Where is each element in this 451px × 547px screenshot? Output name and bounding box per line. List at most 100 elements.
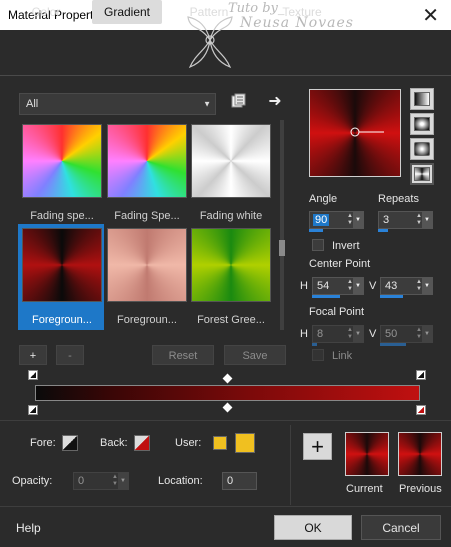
- focal-v-value: 50: [385, 328, 398, 340]
- center-h-slider[interactable]: [312, 295, 340, 298]
- tab-divider: [0, 75, 451, 76]
- gradient-preview[interactable]: [309, 89, 401, 177]
- user-color-swatch[interactable]: [235, 433, 255, 453]
- focal-h-label: H: [300, 328, 308, 340]
- chevron-down-icon[interactable]: ▼: [118, 473, 128, 489]
- location-value: 0: [227, 475, 234, 487]
- cancel-button[interactable]: Cancel: [361, 515, 441, 540]
- center-v-input[interactable]: 43 ▲ ▼ ▼: [380, 277, 433, 295]
- previous-label: Previous: [399, 483, 442, 495]
- gradient-label: Foregroun...: [117, 314, 177, 326]
- section-divider: [0, 420, 451, 421]
- add-gradient-button[interactable]: +: [19, 345, 47, 365]
- linear-style-icon[interactable]: [410, 88, 434, 110]
- center-h-input[interactable]: 54 ▲ ▼ ▼: [312, 277, 364, 295]
- chevron-down-icon[interactable]: ▼: [422, 326, 432, 342]
- center-v-value: 43: [385, 280, 398, 292]
- focal-v-input[interactable]: 50 ▲ ▼ ▼: [380, 325, 433, 343]
- opacity-value: 0: [78, 475, 85, 487]
- repeats-value: 3: [383, 214, 390, 226]
- fore-material-icon[interactable]: [62, 435, 78, 451]
- gradient-swatch-fading-spectrum[interactable]: [22, 124, 102, 198]
- help-link[interactable]: Help: [16, 521, 41, 535]
- link-label: Link: [332, 350, 353, 362]
- link-checkbox[interactable]: [312, 349, 324, 361]
- tab-color[interactable]: Color: [10, 0, 82, 24]
- chevron-down-icon[interactable]: ▼: [422, 278, 432, 294]
- center-v-slider[interactable]: [380, 295, 403, 298]
- center-h-value: 54: [317, 280, 330, 292]
- top-left-stop-marker[interactable]: [28, 370, 38, 380]
- invert-checkbox[interactable]: [312, 239, 324, 251]
- angle-input[interactable]: 90 ▲ ▼ ▼: [309, 211, 364, 229]
- gradient-editor-bar[interactable]: [35, 385, 420, 401]
- chevron-down-icon[interactable]: ▼: [353, 326, 363, 342]
- scrollbar-track: [280, 120, 284, 330]
- chevron-down-icon[interactable]: ▼: [422, 212, 432, 228]
- bottom-midpoint-diamond[interactable]: [222, 402, 233, 413]
- gradient-swatch-foreground-2[interactable]: [107, 228, 187, 302]
- top-midpoint-diamond[interactable]: [222, 373, 233, 384]
- chevron-down-icon[interactable]: ▼: [353, 278, 363, 294]
- radial-style-icon[interactable]: [410, 163, 434, 185]
- gradient-swatch-fading-white[interactable]: [191, 124, 271, 198]
- save-button[interactable]: Save: [224, 345, 286, 365]
- vertical-divider: [290, 425, 291, 505]
- bottom-left-stop-marker[interactable]: [28, 405, 38, 415]
- gradient-swatch-fading-spectrum-2[interactable]: [107, 124, 187, 198]
- opacity-input[interactable]: 0 ▲ ▼ ▼: [73, 472, 129, 490]
- previous-swatch[interactable]: [398, 432, 442, 476]
- focal-h-slider[interactable]: [312, 343, 317, 346]
- ok-button[interactable]: OK: [274, 515, 352, 540]
- angle-slider[interactable]: [309, 229, 323, 232]
- sunburst-style-icon[interactable]: [410, 138, 434, 160]
- repeats-slider[interactable]: [378, 229, 388, 232]
- add-to-swatches-button[interactable]: +: [303, 433, 332, 460]
- rectangular-style-icon[interactable]: [410, 113, 434, 135]
- center-h-label: H: [300, 280, 308, 292]
- category-dropdown[interactable]: All ▼: [19, 93, 216, 115]
- focal-v-slider[interactable]: [380, 343, 406, 346]
- footer-divider: [0, 506, 451, 507]
- back-material-icon[interactable]: [134, 435, 150, 451]
- crosshair-icon: [350, 127, 384, 137]
- user-label: User:: [175, 437, 202, 449]
- back-label: Back:: [100, 437, 128, 449]
- user-color-small-swatch[interactable]: [213, 436, 227, 450]
- watermark: Tuto by_ Neusa Novaes: [228, 2, 354, 31]
- bottom-right-stop-marker[interactable]: [416, 405, 426, 415]
- focal-h-input[interactable]: 8 ▲ ▼ ▼: [312, 325, 364, 343]
- top-right-stop-marker[interactable]: [416, 370, 426, 380]
- center-point-label: Center Point: [309, 258, 371, 270]
- remove-gradient-button[interactable]: -: [56, 345, 84, 365]
- fore-label: Fore:: [30, 437, 56, 449]
- current-label: Current: [346, 483, 383, 495]
- folder-icon[interactable]: [230, 92, 248, 110]
- focal-point-label: Focal Point: [309, 306, 365, 318]
- close-icon[interactable]: ✕: [422, 3, 439, 28]
- chevron-down-icon: ▼: [203, 99, 211, 109]
- gradient-label: Foregroun...: [32, 314, 92, 326]
- invert-label: Invert: [332, 240, 360, 252]
- scrollbar-thumb[interactable]: [279, 240, 285, 256]
- tab-gradient[interactable]: Gradient: [92, 0, 162, 24]
- gradient-label: Forest Gree...: [197, 314, 265, 326]
- gradient-label: Fading Spe...: [114, 210, 180, 222]
- location-input[interactable]: 0: [222, 472, 257, 490]
- opacity-label: Opacity:: [12, 475, 53, 487]
- arrow-right-icon[interactable]: ➜: [266, 92, 284, 110]
- repeats-label: Repeats: [378, 193, 419, 205]
- gradient-swatch-foreground-background[interactable]: [22, 228, 102, 302]
- gradient-swatch-forest-green[interactable]: [191, 228, 271, 302]
- gradient-label: Fading white: [199, 210, 263, 222]
- focal-v-label: V: [369, 328, 377, 340]
- repeats-input[interactable]: 3 ▲ ▼ ▼: [378, 211, 433, 229]
- gradient-label: Fading spe...: [30, 210, 94, 222]
- chevron-down-icon[interactable]: ▼: [353, 212, 363, 228]
- current-swatch[interactable]: [345, 432, 389, 476]
- reset-button[interactable]: Reset: [152, 345, 214, 365]
- focal-h-value: 8: [317, 328, 324, 340]
- angle-value: 90: [313, 214, 330, 226]
- swatch-scrollbar[interactable]: [277, 120, 287, 330]
- watermark-line2: Neusa Novaes: [240, 15, 354, 31]
